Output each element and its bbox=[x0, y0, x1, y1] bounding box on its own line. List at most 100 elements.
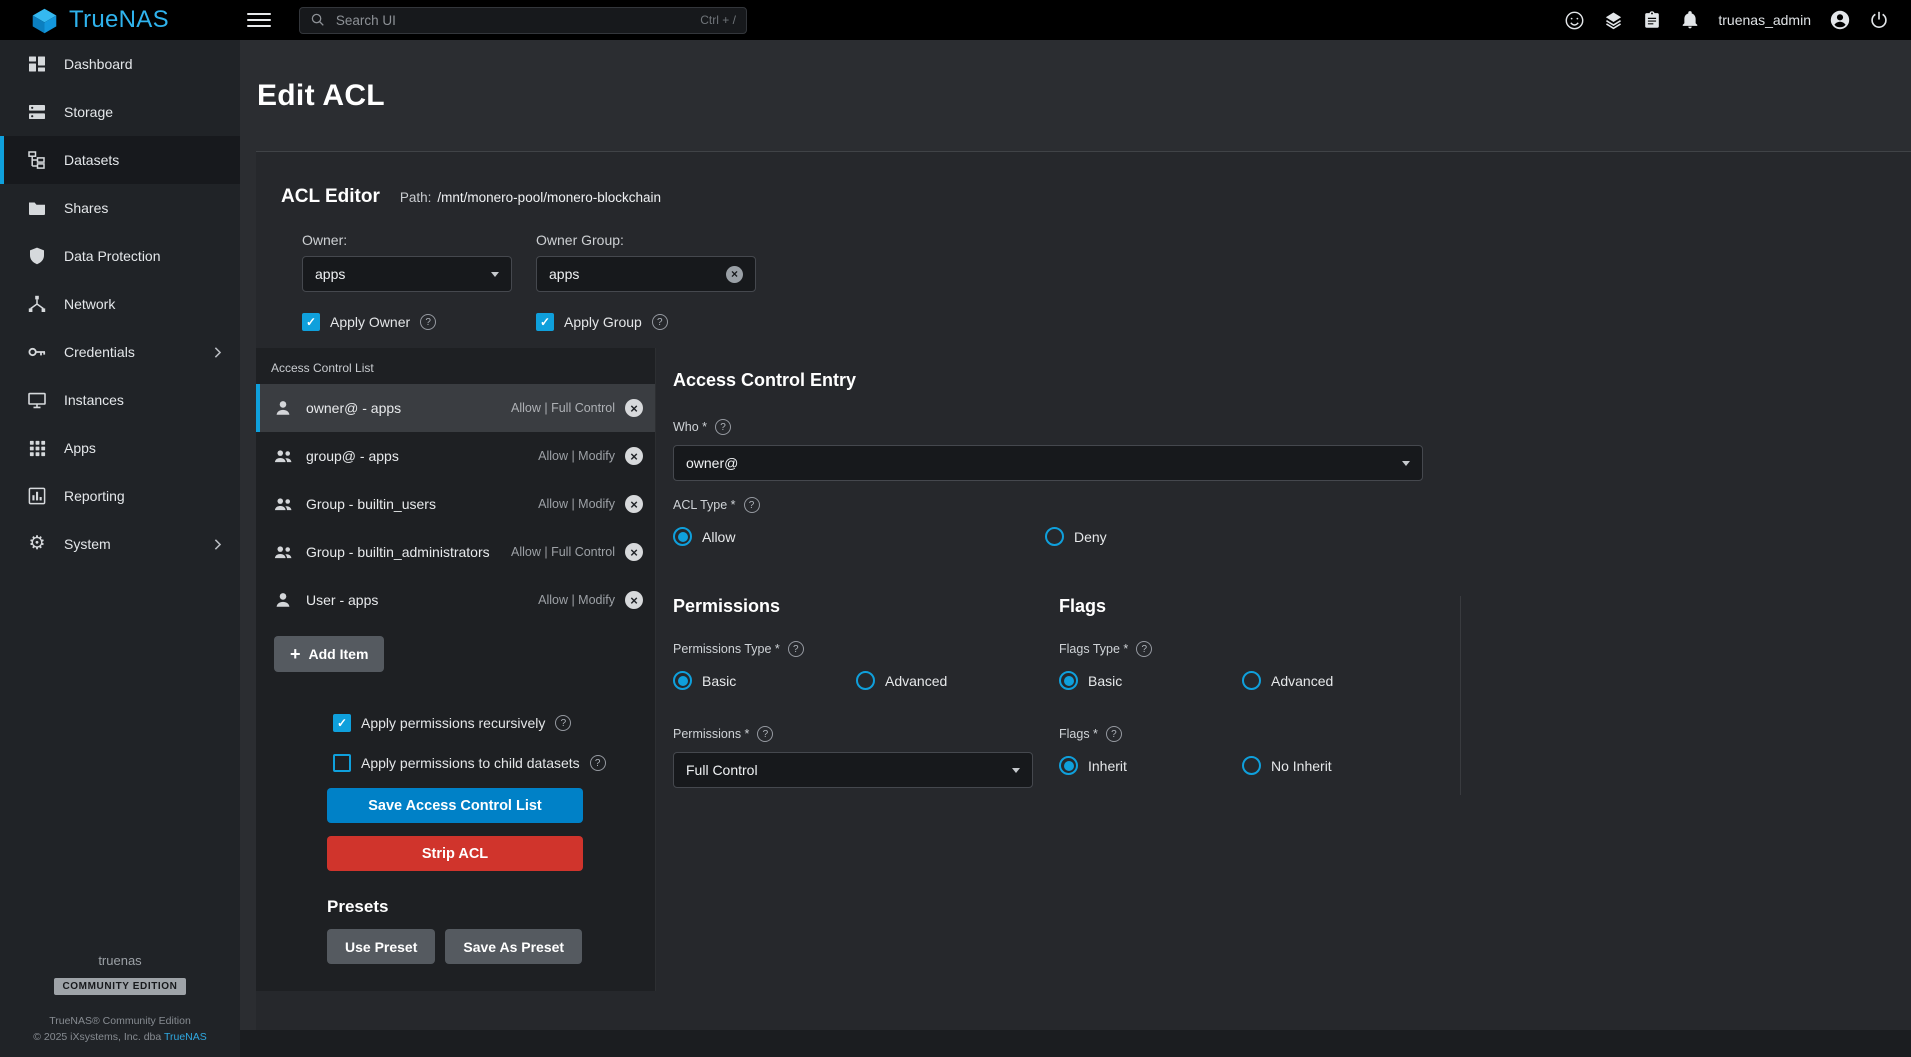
truecommand-layers-icon[interactable] bbox=[1603, 10, 1624, 31]
access-control-entry-panel: Access Control Entry Who * ? owner@ ACL … bbox=[656, 348, 1911, 991]
permissions-type-advanced-radio[interactable]: Advanced bbox=[856, 671, 1059, 690]
key-icon bbox=[26, 342, 48, 362]
remove-entry-icon[interactable]: × bbox=[625, 495, 643, 513]
alerts-bell-icon[interactable] bbox=[1680, 10, 1700, 30]
sidebar-item-apps[interactable]: Apps bbox=[0, 424, 240, 472]
user-avatar-icon[interactable] bbox=[1829, 9, 1851, 31]
sidebar-item-label: Reporting bbox=[64, 488, 125, 504]
remove-entry-icon[interactable]: × bbox=[625, 543, 643, 561]
acl-entry-row[interactable]: group@ - apps Allow | Modify × bbox=[256, 432, 655, 480]
bottom-band bbox=[240, 1030, 1911, 1057]
help-icon[interactable]: ? bbox=[590, 755, 606, 771]
save-access-control-list-button[interactable]: Save Access Control List bbox=[327, 788, 583, 823]
help-icon[interactable]: ? bbox=[1136, 641, 1152, 657]
sidebar-item-datasets[interactable]: Datasets bbox=[0, 136, 240, 184]
access-control-list-panel: Access Control List owner@ - apps Allow … bbox=[256, 348, 656, 991]
add-item-button[interactable]: + Add Item bbox=[274, 636, 384, 672]
truenas-logo[interactable]: TrueNAS bbox=[30, 6, 169, 35]
apply-group-checkbox[interactable]: ✓ Apply Group ? bbox=[536, 313, 746, 331]
remove-entry-icon[interactable]: × bbox=[625, 447, 643, 465]
acl-entry-row[interactable]: owner@ - apps Allow | Full Control × bbox=[256, 384, 655, 432]
acl-entry-name: User - apps bbox=[306, 592, 378, 608]
sidebar-item-network[interactable]: Network bbox=[0, 280, 240, 328]
user-icon bbox=[272, 398, 294, 418]
owner-label: Owner: bbox=[302, 232, 512, 248]
search-box[interactable]: Ctrl + / bbox=[299, 7, 747, 34]
menu-toggle-button[interactable] bbox=[247, 13, 271, 27]
search-shortcut: Ctrl + / bbox=[700, 13, 736, 27]
help-icon[interactable]: ? bbox=[420, 314, 436, 330]
remove-entry-icon[interactable]: × bbox=[625, 591, 643, 609]
help-icon[interactable]: ? bbox=[652, 314, 668, 330]
sidebar-item-dashboard[interactable]: Dashboard bbox=[0, 40, 240, 88]
permissions-type-basic-radio[interactable]: Basic bbox=[673, 671, 856, 690]
apply-owner-checkbox[interactable]: ✓ Apply Owner ? bbox=[302, 313, 512, 331]
flags-inherit-radio[interactable]: Inherit bbox=[1059, 756, 1242, 775]
checkbox-checked-icon: ✓ bbox=[302, 313, 320, 331]
apply-to-child-datasets-checkbox[interactable]: Apply permissions to child datasets ? bbox=[333, 754, 655, 772]
copyright-label: © 2025 iXsystems, Inc. dba TrueNAS bbox=[33, 1031, 207, 1043]
strip-acl-button[interactable]: Strip ACL bbox=[327, 836, 583, 871]
help-icon[interactable]: ? bbox=[715, 419, 731, 435]
sidebar-item-system[interactable]: ⚙ System bbox=[0, 520, 240, 568]
owner-select[interactable]: apps bbox=[302, 256, 512, 292]
dataset-path-value: /mnt/monero-pool/monero-blockchain bbox=[437, 190, 661, 205]
sidebar-item-shares[interactable]: Shares bbox=[0, 184, 240, 232]
owner-select-value: apps bbox=[315, 266, 345, 282]
apply-recursively-checkbox[interactable]: ✓ Apply permissions recursively ? bbox=[333, 714, 655, 732]
storage-icon bbox=[26, 102, 48, 122]
username-label: truenas_admin bbox=[1718, 12, 1811, 28]
flags-type-basic-radio[interactable]: Basic bbox=[1059, 671, 1242, 690]
acl-entry-name: Group - builtin_administrators bbox=[306, 544, 490, 560]
editor-body: Access Control List owner@ - apps Allow … bbox=[256, 348, 1911, 991]
acl-type-allow-radio[interactable]: Allow bbox=[673, 527, 1045, 546]
search-input[interactable] bbox=[334, 12, 692, 29]
jobs-clipboard-icon[interactable] bbox=[1642, 10, 1662, 30]
hostname-label: truenas bbox=[98, 953, 141, 968]
search-icon bbox=[310, 12, 326, 28]
help-icon[interactable]: ? bbox=[757, 726, 773, 742]
radio-selected-icon bbox=[673, 527, 692, 546]
owner-group-input[interactable]: apps × bbox=[536, 256, 756, 292]
acl-type-deny-radio[interactable]: Deny bbox=[1045, 527, 1887, 546]
sidebar-item-label: Datasets bbox=[64, 152, 119, 168]
feedback-smiley-icon[interactable] bbox=[1564, 10, 1585, 31]
flags-no-inherit-radio[interactable]: No Inherit bbox=[1242, 756, 1460, 775]
radio-selected-icon bbox=[673, 671, 692, 690]
chevron-right-icon bbox=[209, 344, 226, 361]
acl-type-radio-group: Allow Deny bbox=[673, 527, 1887, 546]
shares-folder-icon bbox=[26, 198, 48, 218]
help-icon[interactable]: ? bbox=[788, 641, 804, 657]
acl-entry-permissions: Allow | Modify bbox=[538, 497, 615, 511]
flags-type-advanced-radio[interactable]: Advanced bbox=[1242, 671, 1460, 690]
sidebar-item-credentials[interactable]: Credentials bbox=[0, 328, 240, 376]
who-select[interactable]: owner@ bbox=[673, 445, 1423, 481]
clear-input-icon[interactable]: × bbox=[726, 266, 743, 283]
who-select-value: owner@ bbox=[686, 455, 738, 471]
chevron-right-icon bbox=[209, 536, 226, 553]
remove-entry-icon[interactable]: × bbox=[625, 399, 643, 417]
help-icon[interactable]: ? bbox=[555, 715, 571, 731]
product-name-label: TrueNAS® Community Edition bbox=[49, 1015, 191, 1027]
power-icon[interactable] bbox=[1869, 10, 1889, 30]
acl-entry-row[interactable]: User - apps Allow | Modify × bbox=[256, 576, 655, 624]
acl-entry-row[interactable]: Group - builtin_users Allow | Modify × bbox=[256, 480, 655, 528]
flags-label: Flags * ? bbox=[1059, 726, 1460, 742]
help-icon[interactable]: ? bbox=[1106, 726, 1122, 742]
sidebar-item-reporting[interactable]: Reporting bbox=[0, 472, 240, 520]
acl-entry-row[interactable]: Group - builtin_administrators Allow | F… bbox=[256, 528, 655, 576]
checkbox-checked-icon: ✓ bbox=[333, 714, 351, 732]
sidebar-item-data-protection[interactable]: Data Protection bbox=[0, 232, 240, 280]
checkbox-checked-icon: ✓ bbox=[536, 313, 554, 331]
help-icon[interactable]: ? bbox=[744, 497, 760, 513]
sidebar-item-storage[interactable]: Storage bbox=[0, 88, 240, 136]
checkbox-unchecked-icon bbox=[333, 754, 351, 772]
save-as-preset-button[interactable]: Save As Preset bbox=[445, 929, 582, 964]
truenas-cube-icon bbox=[30, 6, 59, 35]
edition-badge: COMMUNITY EDITION bbox=[54, 978, 185, 995]
sidebar-item-instances[interactable]: Instances bbox=[0, 376, 240, 424]
radio-unselected-icon bbox=[1045, 527, 1064, 546]
permissions-select[interactable]: Full Control bbox=[673, 752, 1033, 788]
use-preset-button[interactable]: Use Preset bbox=[327, 929, 435, 964]
truenas-link[interactable]: TrueNAS bbox=[164, 1031, 207, 1043]
